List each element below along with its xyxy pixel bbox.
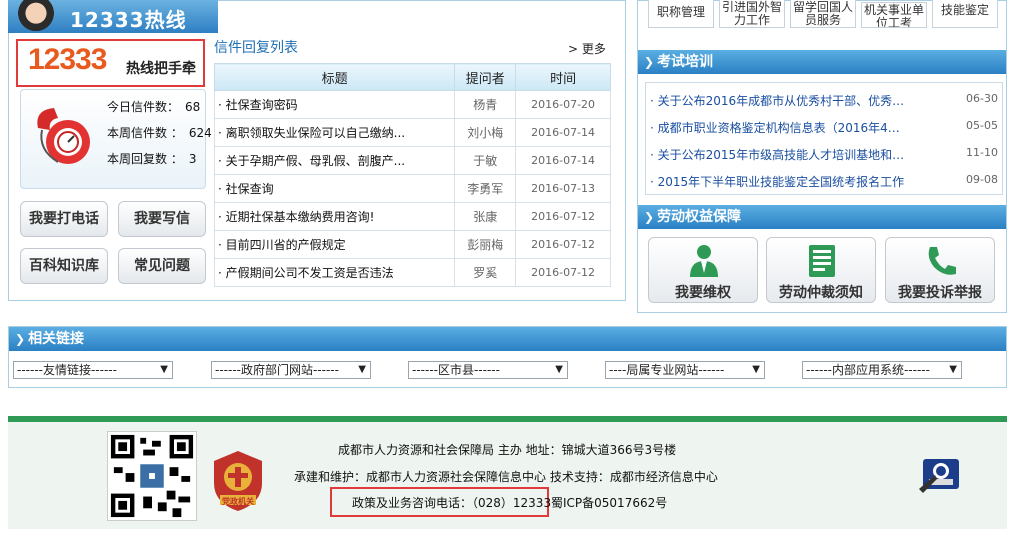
letter-asker: 杨青: [454, 90, 517, 119]
tab-institution-exam[interactable]: 机关事业单位工考: [861, 2, 927, 28]
complaint-report-label: 我要投诉举报: [898, 285, 982, 301]
chevron-right-icon: ❯: [644, 55, 655, 69]
bureau-sites-select[interactable]: ----局属专业网站------ ▼: [605, 361, 765, 379]
complaint-report-button[interactable]: 我要投诉举报: [885, 237, 995, 303]
column-header-time: 时间: [515, 63, 611, 91]
friendly-links-select[interactable]: ------友情链接------ ▼: [13, 361, 173, 379]
training-item-date: 05-05: [966, 119, 998, 132]
table-row[interactable]: · 社保查询密码 杨青 2016-07-20: [213, 90, 611, 119]
call-button[interactable]: 我要打电话: [20, 201, 108, 237]
letters-title: 信件回复列表: [214, 40, 298, 56]
list-item[interactable]: · 关于公布2016年成都市从优秀村干部、优秀… 06-30: [650, 92, 998, 109]
knowledge-base-button[interactable]: 百科知识库: [20, 248, 108, 284]
letters-header-row: 标题 提问者 时间: [213, 63, 611, 91]
faq-button[interactable]: 常见问题: [118, 248, 206, 284]
letter-date: 2016-07-12: [515, 202, 611, 231]
training-section-header: ❯ 考试培训: [638, 50, 1006, 74]
footer-organizer: 成都市人力资源和社会保障局 主办 地址：锦城大道366号3号楼: [338, 443, 677, 457]
letter-asker: 张康: [454, 202, 517, 231]
tab-title-management[interactable]: 职称管理: [648, 0, 714, 28]
letter-title-link[interactable]: · 产假期间公司不发工资是否违法: [213, 258, 456, 287]
letter-date: 2016-07-13: [515, 174, 611, 203]
tab-foreign-talent[interactable]: 引进国外智力工作: [719, 0, 785, 28]
list-item[interactable]: · 成都市职业资格鉴定机构信息表（2016年4… 05-05: [650, 119, 998, 136]
table-row[interactable]: · 离职领取失业保险可以自己缴纳... 刘小梅 2016-07-14: [213, 118, 611, 147]
badge-text: 党政机关: [222, 497, 254, 506]
letter-date: 2016-07-12: [515, 230, 611, 259]
caret-down-icon: ▼: [752, 364, 760, 375]
police-badge-icon[interactable]: [915, 449, 965, 495]
training-item-link[interactable]: · 成都市职业资格鉴定机构信息表（2016年4…: [650, 121, 900, 135]
arbitration-notice-button[interactable]: 劳动仲裁须知: [766, 237, 876, 303]
table-row[interactable]: · 社保查询 李勇军 2016-07-13: [213, 174, 611, 203]
training-item-date: 09-08: [966, 173, 998, 186]
qr-code-icon: [107, 431, 197, 521]
stat-today: 今日信件数： 68: [107, 100, 201, 114]
letter-asker: 彭丽梅: [454, 230, 517, 259]
letter-date: 2016-07-12: [515, 258, 611, 287]
letter-asker: 刘小梅: [454, 118, 517, 147]
list-item[interactable]: · 2015年下半年职业技能鉴定全国统考报名工作 09-08: [650, 173, 998, 190]
letter-date: 2016-07-14: [515, 118, 611, 147]
labor-section-header: ❯ 劳动权益保障: [638, 205, 1006, 229]
caret-down-icon: ▼: [358, 364, 366, 375]
footer-icp[interactable]: 蜀ICP备05017662号: [551, 494, 667, 511]
chevron-right-icon: ❯: [644, 210, 655, 224]
letter-title-link[interactable]: · 离职领取失业保险可以自己缴纳...: [213, 118, 456, 147]
letter-asker: 李勇军: [454, 174, 517, 203]
letter-title-link[interactable]: · 近期社保基本缴纳费用咨询!: [213, 202, 456, 231]
chevron-right-icon: ❯: [15, 332, 26, 346]
letters-table: 标题 提问者 时间 · 社保查询密码 杨青 2016-07-20 · 离职领取失…: [213, 63, 611, 287]
column-header-title: 标题: [213, 63, 456, 91]
hotline-header-title: 12333热线: [70, 8, 187, 32]
stat-week-replies: 本周回复数 ： 3: [107, 152, 197, 166]
table-row[interactable]: · 目前四川省的产假规定 彭丽梅 2016-07-12: [213, 230, 611, 259]
tab-overseas-returnees[interactable]: 留学回国人员服务: [790, 0, 856, 28]
training-item-date: 11-10: [966, 146, 998, 159]
caret-down-icon: ▼: [160, 364, 168, 375]
letter-asker: 罗奚: [454, 258, 517, 287]
person-icon: [690, 245, 718, 277]
training-item-link[interactable]: · 关于公布2015年市级高技能人才培训基地和…: [650, 148, 904, 162]
districts-select[interactable]: ------区市县------ ▼: [408, 361, 568, 379]
document-icon: [809, 245, 835, 277]
hotline-number: 12333: [28, 43, 107, 76]
hotline-hand-box[interactable]: 12333 热线把手牵: [16, 39, 205, 87]
government-sites-select[interactable]: ------政府部门网站------ ▼: [211, 361, 371, 379]
tab-skill-appraisal[interactable]: 技能鉴定: [932, 0, 998, 28]
table-row[interactable]: · 关于孕期产假、母乳假、剖腹产... 于敏 2016-07-14: [213, 146, 611, 175]
training-item-link[interactable]: · 关于公布2016年成都市从优秀村干部、优秀…: [650, 94, 904, 108]
stat-week-letters: 本周信件数 ： 624: [107, 126, 212, 140]
letter-title-link[interactable]: · 关于孕期产假、母乳假、剖腹产...: [213, 146, 456, 175]
arbitration-notice-label: 劳动仲裁须知: [779, 285, 863, 301]
table-row[interactable]: · 产假期间公司不发工资是否违法 罗奚 2016-07-12: [213, 258, 611, 287]
footer-maintainer: 承建和维护：成都市人力资源社会保障信息中心 技术支持：成都市经济信息中心: [294, 470, 718, 484]
column-header-asker: 提问者: [454, 63, 517, 91]
footer-consult-phone: 政策及业务咨询电话：（028）12333: [352, 496, 552, 510]
caret-down-icon: ▼: [949, 364, 957, 375]
related-links-header: ❯ 相关链接: [9, 327, 1006, 351]
table-row[interactable]: · 近期社保基本缴纳费用咨询! 张康 2016-07-12: [213, 202, 611, 231]
write-letter-button[interactable]: 我要写信: [118, 201, 206, 237]
letter-date: 2016-07-20: [515, 90, 611, 119]
telephone-icon: [37, 108, 90, 164]
rights-protection-button[interactable]: 我要维权: [648, 237, 758, 303]
list-item[interactable]: · 关于公布2015年市级高技能人才培训基地和… 11-10: [650, 146, 998, 163]
letter-title-link[interactable]: · 目前四川省的产假规定: [213, 230, 456, 259]
caret-down-icon: ▼: [555, 364, 563, 375]
letter-title-link[interactable]: · 社保查询: [213, 174, 456, 203]
letter-asker: 于敏: [454, 146, 517, 175]
rights-protection-label: 我要维权: [675, 285, 731, 301]
training-item-link[interactable]: · 2015年下半年职业技能鉴定全国统考报名工作: [650, 175, 904, 189]
letter-date: 2016-07-14: [515, 146, 611, 175]
internal-systems-select[interactable]: ------内部应用系统------ ▼: [802, 361, 962, 379]
party-government-badge[interactable]: 党政机关: [210, 449, 266, 513]
hotline-slogan: 热线把手牵: [126, 61, 196, 77]
letters-more-link[interactable]: > 更多: [568, 40, 606, 57]
phone-icon: [928, 247, 956, 275]
letter-title-link[interactable]: · 社保查询密码: [213, 90, 456, 119]
training-item-date: 06-30: [966, 92, 998, 105]
